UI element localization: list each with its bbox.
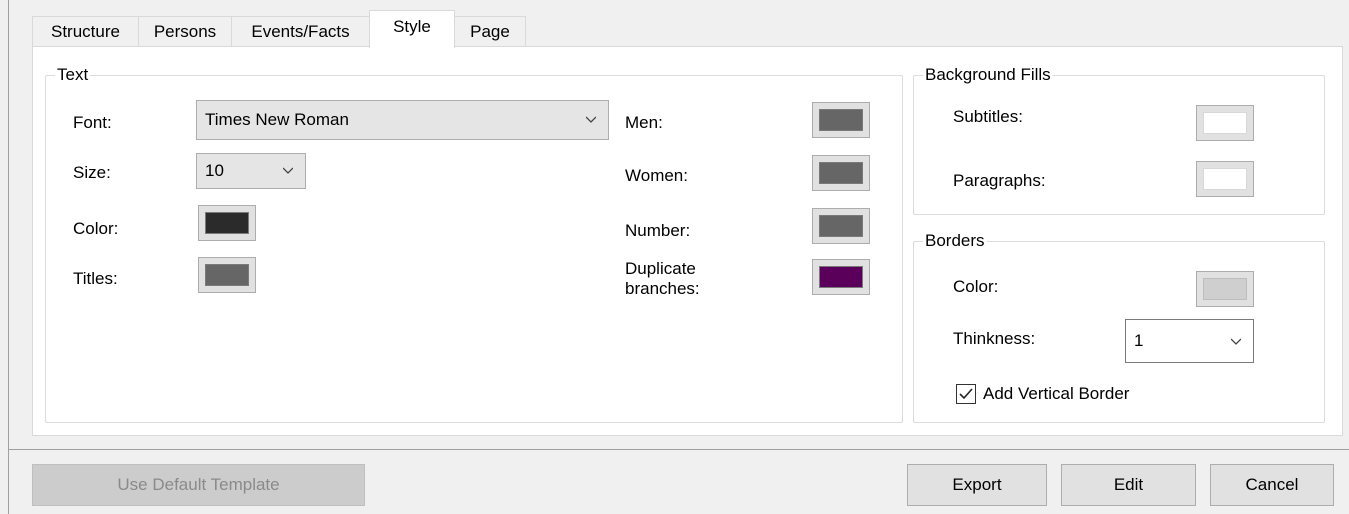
swatch-fill [819, 162, 863, 184]
subtitles-label: Subtitles: [953, 107, 1023, 126]
titles-label: Titles: [73, 269, 118, 288]
tab-page[interactable]: Page [454, 16, 526, 46]
borders-title: Borders [923, 231, 987, 251]
cancel-button[interactable]: Cancel [1210, 464, 1334, 506]
duplicate-color-swatch[interactable] [812, 259, 870, 295]
size-label: Size: [73, 163, 111, 182]
footer-separator [8, 449, 1349, 450]
background-fills-title: Background Fills [923, 65, 1053, 85]
tab-label: Style [393, 16, 431, 36]
tab-events-facts[interactable]: Events/Facts [231, 16, 370, 46]
paragraphs-fill-swatch[interactable] [1196, 161, 1254, 197]
paragraphs-label: Paragraphs: [953, 171, 1046, 190]
number-color-swatch[interactable] [812, 208, 870, 244]
duplicate-label-line2: branches: [625, 279, 700, 298]
swatch-fill [1203, 112, 1247, 134]
color-label: Color: [73, 219, 119, 238]
style-tab-panel: Text Font: Times New Roman Size: 10 Colo… [32, 46, 1343, 436]
tab-label: Events/Facts [251, 21, 350, 41]
women-label: Women: [625, 166, 688, 185]
swatch-fill [819, 215, 863, 237]
swatch-fill [1203, 278, 1247, 300]
vertical-border-label[interactable]: Add Vertical Border [983, 384, 1129, 404]
tab-label: Structure [51, 21, 120, 41]
swatch-fill [819, 266, 863, 288]
font-select-value: Times New Roman [205, 110, 349, 129]
window-edge [8, 0, 9, 514]
tab-label: Persons [153, 21, 217, 41]
duplicate-label-line1: Duplicate [625, 259, 696, 278]
checkmark-icon [959, 388, 973, 400]
background-fills-group [913, 75, 1325, 215]
tab-style[interactable]: Style [369, 10, 455, 48]
text-color-swatch[interactable] [198, 205, 256, 241]
thickness-select-value: 1 [1134, 331, 1144, 350]
chevron-down-icon [586, 116, 596, 123]
tab-label: Page [470, 21, 510, 41]
border-color-label: Color: [953, 277, 999, 296]
use-default-template-button[interactable]: Use Default Template [32, 464, 365, 506]
button-label: Export [952, 475, 1002, 494]
chevron-down-icon [283, 167, 293, 174]
button-label: Edit [1113, 475, 1144, 494]
text-group-title: Text [55, 65, 91, 85]
tab-persons[interactable]: Persons [138, 16, 232, 46]
swatch-fill [205, 212, 249, 234]
chevron-down-icon [1231, 338, 1241, 345]
button-label: Cancel [1245, 475, 1299, 494]
border-color-swatch[interactable] [1196, 271, 1254, 307]
subtitles-fill-swatch[interactable] [1196, 105, 1254, 141]
size-select[interactable]: 10 [196, 153, 306, 189]
swatch-fill [205, 264, 249, 286]
men-label: Men: [625, 113, 663, 132]
women-color-swatch[interactable] [812, 155, 870, 191]
size-select-value: 10 [205, 161, 224, 180]
edit-button[interactable]: Edit [1061, 464, 1196, 506]
men-color-swatch[interactable] [812, 102, 870, 138]
button-label: Use Default Template [117, 475, 280, 494]
vertical-border-checkbox[interactable] [956, 384, 976, 404]
tab-structure[interactable]: Structure [32, 16, 139, 46]
titles-color-swatch[interactable] [198, 257, 256, 293]
font-label: Font: [73, 113, 112, 132]
thickness-label: Thinkness: [953, 329, 1036, 348]
export-button[interactable]: Export [907, 464, 1047, 506]
swatch-fill [1203, 168, 1247, 190]
thickness-select[interactable]: 1 [1125, 319, 1254, 363]
number-label: Number: [625, 221, 691, 240]
font-select[interactable]: Times New Roman [196, 100, 609, 140]
swatch-fill [819, 109, 863, 131]
